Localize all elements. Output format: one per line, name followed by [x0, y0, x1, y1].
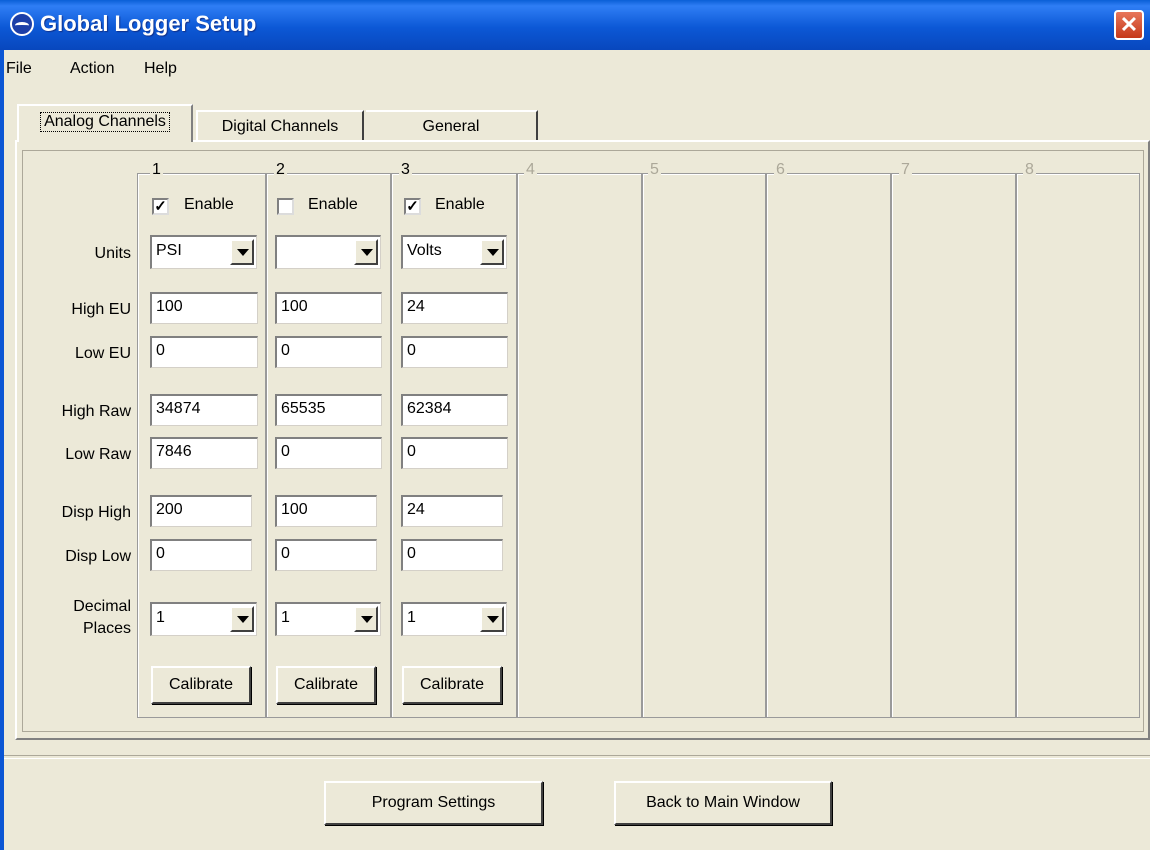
channel-5-group: [642, 173, 766, 718]
window-border: [0, 50, 4, 850]
channel-2-low-raw-input[interactable]: 0: [275, 437, 382, 469]
tab-analog-channels[interactable]: Analog Channels: [17, 104, 193, 142]
channel-2-disp-high-input[interactable]: 100: [275, 495, 377, 527]
channel-2-units-select[interactable]: [275, 235, 381, 269]
channel-1-calibrate-button[interactable]: Calibrate: [151, 666, 251, 704]
channel-1-disp-high-input[interactable]: 200: [150, 495, 252, 527]
channel-4-label: 4: [524, 161, 537, 179]
footer-divider: [4, 755, 1150, 759]
label-high-eu: High EU: [71, 301, 131, 318]
channel-1-units-select[interactable]: PSI: [150, 235, 257, 269]
label-places: Places: [82, 620, 131, 637]
label-disp-high: Disp High: [61, 504, 131, 521]
menu-help[interactable]: Help: [144, 60, 177, 78]
menu-file[interactable]: File: [6, 60, 32, 78]
chevron-down-icon[interactable]: [354, 606, 378, 632]
channel-3-label: 3: [399, 161, 412, 179]
label-low-raw: Low Raw: [65, 446, 131, 463]
channel-5-label: 5: [648, 161, 661, 179]
channel-2-low-eu-input[interactable]: 0: [275, 336, 382, 368]
title-bar[interactable]: Global Logger Setup ✕: [0, 0, 1150, 50]
channel-3-enable-checkbox[interactable]: ✓: [404, 198, 421, 215]
channel-7-label: 7: [899, 161, 912, 179]
channel-2-high-raw-input[interactable]: 65535: [275, 394, 382, 426]
channel-3-high-eu-input[interactable]: 24: [401, 292, 508, 324]
channel-1-low-eu-input[interactable]: 0: [150, 336, 258, 368]
channel-3-enable-label: Enable: [435, 196, 485, 213]
channel-8-group: [1016, 173, 1140, 718]
channel-1-high-eu-input[interactable]: 100: [150, 292, 258, 324]
program-settings-button[interactable]: Program Settings: [324, 781, 543, 825]
channel-3-disp-low-input[interactable]: 0: [401, 539, 503, 571]
chevron-down-icon[interactable]: [480, 239, 504, 265]
chevron-down-icon[interactable]: [230, 606, 254, 632]
channel-3-decimal-places-value: 1: [407, 609, 416, 626]
channel-2-calibrate-button[interactable]: Calibrate: [276, 666, 376, 704]
channel-3-high-raw-input[interactable]: 62384: [401, 394, 508, 426]
channel-3-calibrate-button[interactable]: Calibrate: [402, 666, 502, 704]
tab-label: Analog Channels: [40, 112, 170, 132]
channel-2-high-eu-input[interactable]: 100: [275, 292, 382, 324]
chevron-down-icon[interactable]: [354, 239, 378, 265]
menu-action[interactable]: Action: [70, 60, 114, 78]
window-title: Global Logger Setup: [40, 11, 257, 36]
channel-1-units-value: PSI: [156, 242, 182, 259]
channel-2-decimal-places-value: 1: [281, 609, 290, 626]
channel-1-enable-label: Enable: [184, 196, 234, 213]
channel-2-enable-checkbox[interactable]: [277, 198, 294, 215]
channel-2-label: 2: [274, 161, 287, 179]
channel-1-high-raw-input[interactable]: 34874: [150, 394, 258, 426]
channel-3-units-value: Volts: [407, 242, 442, 259]
channel-6-group: [766, 173, 891, 718]
channel-1-label: 1: [150, 161, 163, 179]
channel-1-disp-low-input[interactable]: 0: [150, 539, 252, 571]
app-logo-icon: [10, 12, 34, 36]
chevron-down-icon[interactable]: [480, 606, 504, 632]
channel-1-enable-checkbox[interactable]: ✓: [152, 198, 169, 215]
tab-digital-channels[interactable]: Digital Channels: [196, 110, 364, 142]
channel-2-disp-low-input[interactable]: 0: [275, 539, 377, 571]
global-logger-setup-window: Global Logger Setup ✕ File Action Help A…: [0, 0, 1150, 850]
label-disp-low: Disp Low: [65, 548, 131, 565]
label-high-raw: High Raw: [61, 403, 131, 420]
channel-1-decimal-places-select[interactable]: 1: [150, 602, 257, 636]
channel-3-decimal-places-select[interactable]: 1: [401, 602, 507, 636]
channel-3-disp-high-input[interactable]: 24: [401, 495, 503, 527]
channel-6-label: 6: [774, 161, 787, 179]
chevron-down-icon[interactable]: [230, 239, 254, 265]
tab-general[interactable]: General: [366, 110, 538, 142]
channel-4-group: [517, 173, 642, 718]
channel-2-enable-label: Enable: [308, 196, 358, 213]
channel-1-decimal-places-value: 1: [156, 609, 165, 626]
channel-8-label: 8: [1023, 161, 1036, 179]
close-button[interactable]: ✕: [1114, 10, 1144, 40]
channel-1-low-raw-input[interactable]: 7846: [150, 437, 258, 469]
label-low-eu: Low EU: [74, 345, 131, 362]
channel-3-low-eu-input[interactable]: 0: [401, 336, 508, 368]
channel-3-low-raw-input[interactable]: 0: [401, 437, 508, 469]
channel-2-decimal-places-select[interactable]: 1: [275, 602, 381, 636]
channel-3-units-select[interactable]: Volts: [401, 235, 507, 269]
label-units: Units: [94, 245, 131, 262]
label-decimal: Decimal: [73, 598, 131, 615]
channel-7-group: [891, 173, 1016, 718]
back-to-main-window-button[interactable]: Back to Main Window: [614, 781, 832, 825]
